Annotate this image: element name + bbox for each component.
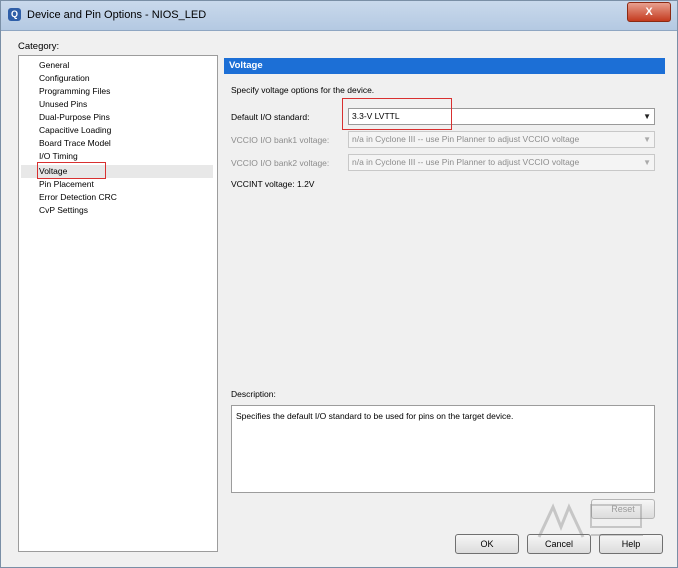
vccio-bank2-select[interactable]: n/a in Cyclone III -- use Pin Planner to…	[348, 154, 655, 171]
io-standard-highlight-box	[342, 98, 452, 130]
vccio-bank2-label: VCCIO I/O bank2 voltage:	[231, 158, 330, 168]
category-item-programming-files[interactable]: Programming Files	[39, 85, 110, 98]
vccio-bank1-label: VCCIO I/O bank1 voltage:	[231, 135, 330, 145]
category-item-configuration[interactable]: Configuration	[39, 72, 90, 85]
quartus-app-icon: Q	[8, 8, 21, 21]
category-item-dual-purpose-pins[interactable]: Dual-Purpose Pins	[39, 111, 110, 124]
panel-header: Voltage	[224, 58, 665, 74]
category-item-unused-pins[interactable]: Unused Pins	[39, 98, 87, 111]
watermark-logo	[537, 503, 643, 538]
title-bar[interactable]: Q Device and Pin Options - NIOS_LED X	[1, 1, 677, 31]
panel-intro: Specify voltage options for the device.	[231, 85, 375, 95]
vccint-voltage: VCCINT voltage: 1.2V	[231, 179, 315, 189]
description-label: Description:	[231, 389, 276, 399]
category-item-capacitive-loading[interactable]: Capacitive Loading	[39, 124, 111, 137]
voltage-highlight-box	[37, 162, 106, 179]
category-item-cvp-settings[interactable]: CvP Settings	[39, 204, 88, 217]
category-item-general[interactable]: General	[39, 59, 69, 72]
category-label: Category:	[18, 41, 60, 52]
ok-button[interactable]: OK	[455, 534, 519, 554]
category-list: General Configuration Programming Files …	[18, 55, 218, 552]
category-item-error-detection-crc[interactable]: Error Detection CRC	[39, 191, 117, 204]
category-item-pin-placement[interactable]: Pin Placement	[39, 178, 94, 191]
dialog-window: Q Device and Pin Options - NIOS_LED X Ca…	[0, 0, 678, 568]
chevron-down-icon: ▼	[643, 135, 651, 144]
vccio-bank2-value: n/a in Cyclone III -- use Pin Planner to…	[352, 157, 580, 167]
vccio-bank1-select[interactable]: n/a in Cyclone III -- use Pin Planner to…	[348, 131, 655, 148]
vccio-bank1-value: n/a in Cyclone III -- use Pin Planner to…	[352, 134, 580, 144]
default-io-label: Default I/O standard:	[231, 112, 310, 122]
chevron-down-icon: ▼	[643, 158, 651, 167]
chevron-down-icon: ▼	[643, 112, 651, 121]
category-item-board-trace-model[interactable]: Board Trace Model	[39, 137, 111, 150]
close-button[interactable]: X	[627, 2, 671, 22]
window-title: Device and Pin Options - NIOS_LED	[27, 9, 207, 21]
description-box: Specifies the default I/O standard to be…	[231, 405, 655, 493]
